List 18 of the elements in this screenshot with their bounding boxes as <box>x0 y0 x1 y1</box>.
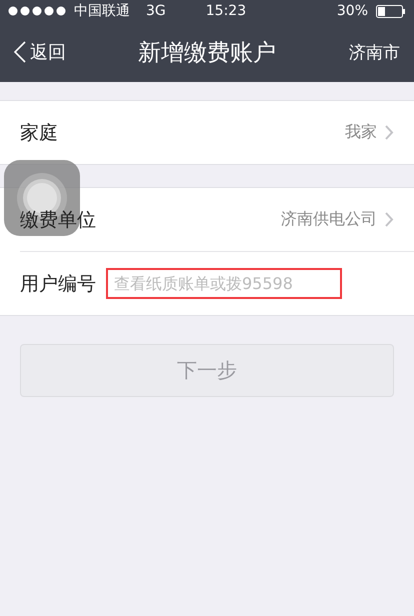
chevron-right-icon <box>385 212 394 227</box>
page-title: 新增缴费账户 <box>137 38 277 68</box>
chevron-left-icon <box>14 41 26 63</box>
row-label: 用户编号 <box>20 272 96 296</box>
row-label: 缴费单位 <box>20 208 96 232</box>
signal-icon <box>8 6 66 16</box>
select-value[interactable]: 我家 <box>345 122 394 143</box>
battery-percent: 30% <box>336 3 368 19</box>
status-time: 15:23 <box>206 3 246 19</box>
row-label: 家庭 <box>20 120 58 146</box>
chevron-right-icon <box>385 125 394 140</box>
input-field[interactable]: 查看纸质账单或拨95598 <box>106 268 342 299</box>
carrier-name: 中国联通 <box>74 2 130 20</box>
network-type: 3G <box>146 3 166 19</box>
back-button[interactable]: 返回 <box>14 40 94 64</box>
select-value[interactable]: 济南供电公司 <box>281 209 394 230</box>
battery-icon <box>376 4 406 18</box>
city-button[interactable]: 济南市 <box>320 40 400 64</box>
